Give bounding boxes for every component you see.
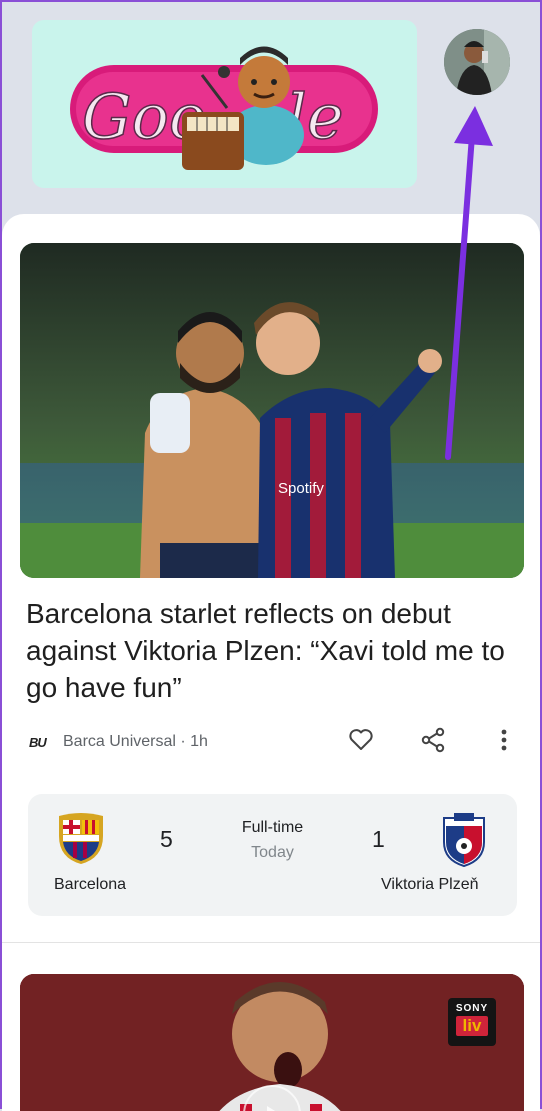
away-team-name: Viktoria Plzeň [381,876,479,893]
google-doodle[interactable]: Goo le [32,20,417,188]
sonyliv-badge: SONY liv [448,998,496,1046]
profile-avatar[interactable] [444,29,510,95]
sonyliv-badge-bottom: liv [456,1016,488,1036]
article-image[interactable]: Spotify [20,243,524,578]
viktoria-plzen-crest-icon [443,813,485,868]
like-button[interactable] [345,723,377,757]
avatar-photo [444,29,510,95]
next-article-image[interactable]: SONY liv [20,974,524,1111]
source-and-time[interactable]: Barca Universal · 1h [63,733,208,751]
share-button[interactable] [417,723,449,757]
heart-icon [349,729,373,750]
svg-text:Spotify: Spotify [278,480,324,497]
article-meta: BU Barca Universal · 1h [29,727,208,757]
source-logo: BU [29,734,47,750]
away-score: 1 [372,826,385,852]
share-icon [421,727,445,753]
match-score-card[interactable]: 5 Full-time Today 1 Barcelona Viktoria P… [28,794,517,916]
article-headline[interactable]: Barcelona starlet reflects on debut agai… [26,595,521,706]
more-options-button[interactable] [488,723,520,757]
more-vert-icon [501,729,507,751]
feed-divider [2,942,540,943]
sonyliv-badge-top: SONY [455,1003,489,1014]
home-team-name: Barcelona [54,876,127,893]
news-feed: Spotify Barcelona starlet reflects on de… [2,214,540,1111]
article-photo: Spotify [20,243,524,578]
doodle-illustration: Goo le [70,46,378,170]
